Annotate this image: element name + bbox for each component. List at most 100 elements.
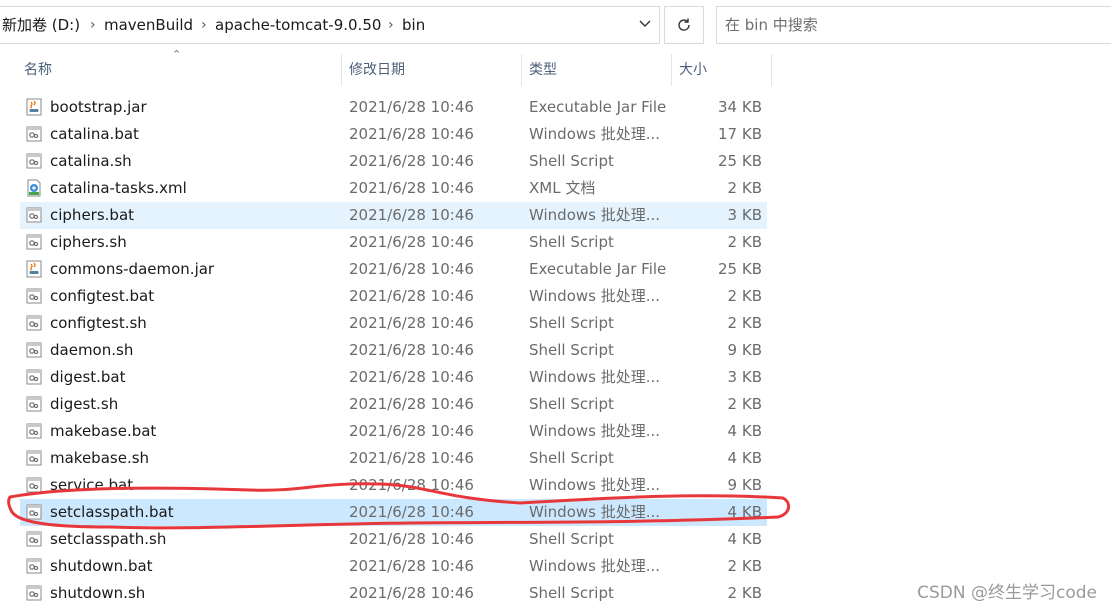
file-size: 2 KB bbox=[727, 233, 762, 251]
file-row[interactable]: configtest.bat 2021/6/28 10:46 Windows 批处理… bbox=[20, 283, 767, 310]
column-header-name[interactable]: 名称 bbox=[24, 56, 52, 84]
file-row[interactable]: digest.sh 2021/6/28 10:46 Shell Script 2 KB bbox=[20, 391, 767, 418]
file-size: 2 KB bbox=[727, 557, 762, 575]
file-size: 9 KB bbox=[727, 341, 762, 359]
file-date: 2021/6/28 10:46 bbox=[349, 503, 474, 521]
file-date: 2021/6/28 10:46 bbox=[349, 368, 474, 386]
file-type: XML 文档 bbox=[529, 179, 596, 197]
file-type: Windows 批处理... bbox=[529, 125, 661, 143]
file-name: service.bat bbox=[50, 476, 134, 494]
address-bar[interactable]: 新加卷 (D:) › mavenBuild › apache-tomcat-9.… bbox=[0, 6, 660, 44]
file-type: Windows 批处理... bbox=[529, 287, 661, 305]
file-type: Shell Script bbox=[529, 395, 614, 413]
file-size: 17 KB bbox=[718, 125, 762, 143]
breadcrumb-drive[interactable]: 新加卷 (D:) bbox=[2, 7, 80, 43]
batch-file-icon bbox=[26, 368, 42, 386]
file-name: catalina.bat bbox=[50, 125, 139, 143]
file-row[interactable]: makebase.bat 2021/6/28 10:46 Windows 批处理..… bbox=[20, 418, 767, 445]
file-row[interactable]: daemon.sh 2021/6/28 10:46 Shell Script 9 KB bbox=[20, 337, 767, 364]
file-name: bootstrap.jar bbox=[50, 98, 147, 116]
shell-file-icon bbox=[26, 584, 42, 602]
file-row[interactable]: catalina.sh 2021/6/28 10:46 Shell Script 25… bbox=[20, 148, 767, 175]
breadcrumb-mavenbuild[interactable]: mavenBuild bbox=[104, 7, 193, 43]
file-name: ciphers.bat bbox=[50, 206, 135, 224]
file-type: Windows 批处理... bbox=[529, 557, 661, 575]
file-row[interactable]: catalina-tasks.xml 2021/6/28 10:46 XML 文档 2… bbox=[20, 175, 767, 202]
file-row[interactable]: shutdown.bat 2021/6/28 10:46 Windows 批处理..… bbox=[20, 553, 767, 580]
shell-file-icon bbox=[26, 341, 42, 359]
file-row[interactable]: bootstrap.jar 2021/6/28 10:46 Executable J… bbox=[20, 94, 767, 121]
chevron-down-icon[interactable] bbox=[630, 7, 660, 43]
file-date: 2021/6/28 10:46 bbox=[349, 530, 474, 548]
shell-file-icon bbox=[26, 530, 42, 548]
file-row[interactable]: setclasspath.bat 2021/6/28 10:46 Windows 批… bbox=[20, 499, 767, 526]
file-type: Shell Script bbox=[529, 341, 614, 359]
file-name: catalina.sh bbox=[50, 152, 132, 170]
sort-ascending-icon: ⌃ bbox=[172, 48, 182, 61]
column-divider[interactable] bbox=[671, 54, 672, 86]
column-divider[interactable] bbox=[771, 54, 772, 86]
file-row[interactable]: shutdown.sh 2021/6/28 10:46 Shell Script 2 … bbox=[20, 580, 767, 607]
file-name: configtest.sh bbox=[50, 314, 147, 332]
file-date: 2021/6/28 10:46 bbox=[349, 206, 474, 224]
file-size: 2 KB bbox=[727, 584, 762, 602]
file-name: commons-daemon.jar bbox=[50, 260, 215, 278]
chevron-right-icon[interactable]: › bbox=[90, 7, 96, 43]
file-date: 2021/6/28 10:46 bbox=[349, 476, 474, 494]
chevron-right-icon[interactable]: › bbox=[388, 7, 394, 43]
file-date: 2021/6/28 10:46 bbox=[349, 422, 474, 440]
jar-icon bbox=[26, 260, 42, 278]
chevron-right-icon[interactable]: › bbox=[201, 7, 207, 43]
batch-file-icon bbox=[26, 206, 42, 224]
search-input[interactable]: 在 bin 中搜索 bbox=[716, 6, 1111, 44]
file-row[interactable]: setclasspath.sh 2021/6/28 10:46 Shell Scri… bbox=[20, 526, 767, 553]
column-header-type[interactable]: 类型 bbox=[529, 56, 557, 84]
file-date: 2021/6/28 10:46 bbox=[349, 179, 474, 197]
file-type: Shell Script bbox=[529, 530, 614, 548]
breadcrumb-bin[interactable]: bin bbox=[402, 7, 425, 43]
column-header-size[interactable]: 大小 bbox=[679, 56, 707, 84]
file-size: 4 KB bbox=[727, 503, 762, 521]
column-divider[interactable] bbox=[341, 54, 342, 86]
file-size: 9 KB bbox=[727, 476, 762, 494]
file-date: 2021/6/28 10:46 bbox=[349, 152, 474, 170]
file-date: 2021/6/28 10:46 bbox=[349, 395, 474, 413]
file-type: Windows 批处理... bbox=[529, 503, 661, 521]
file-date: 2021/6/28 10:46 bbox=[349, 125, 474, 143]
file-date: 2021/6/28 10:46 bbox=[349, 233, 474, 251]
file-name: shutdown.bat bbox=[50, 557, 153, 575]
breadcrumb-tomcat[interactable]: apache-tomcat-9.0.50 bbox=[215, 7, 381, 43]
file-name: configtest.bat bbox=[50, 287, 155, 305]
file-size: 4 KB bbox=[727, 449, 762, 467]
file-size: 2 KB bbox=[727, 179, 762, 197]
file-date: 2021/6/28 10:46 bbox=[349, 584, 474, 602]
file-row[interactable]: service.bat 2021/6/28 10:46 Windows 批处理...… bbox=[20, 472, 767, 499]
refresh-button[interactable] bbox=[664, 6, 704, 44]
file-name: digest.sh bbox=[50, 395, 119, 413]
file-row[interactable]: configtest.sh 2021/6/28 10:46 Shell Script… bbox=[20, 310, 767, 337]
jar-icon bbox=[26, 98, 42, 116]
batch-file-icon bbox=[26, 503, 42, 521]
file-date: 2021/6/28 10:46 bbox=[349, 314, 474, 332]
file-name: catalina-tasks.xml bbox=[50, 179, 187, 197]
refresh-icon bbox=[678, 18, 690, 31]
file-date: 2021/6/28 10:46 bbox=[349, 287, 474, 305]
column-divider[interactable] bbox=[521, 54, 522, 86]
file-row[interactable]: ciphers.bat 2021/6/28 10:46 Windows 批处理...… bbox=[20, 202, 767, 229]
batch-file-icon bbox=[26, 287, 42, 305]
file-row[interactable]: makebase.sh 2021/6/28 10:46 Shell Script 4 … bbox=[20, 445, 767, 472]
file-row[interactable]: digest.bat 2021/6/28 10:46 Windows 批处理... 3… bbox=[20, 364, 767, 391]
batch-file-icon bbox=[26, 422, 42, 440]
file-row[interactable]: catalina.bat 2021/6/28 10:46 Windows 批处理..… bbox=[20, 121, 767, 148]
file-row[interactable]: ciphers.sh 2021/6/28 10:46 Shell Script 2 K… bbox=[20, 229, 767, 256]
watermark: CSDN @终生学习code bbox=[917, 583, 1097, 603]
file-size: 3 KB bbox=[727, 206, 762, 224]
file-type: Windows 批处理... bbox=[529, 476, 661, 494]
file-size: 2 KB bbox=[727, 287, 762, 305]
file-name: daemon.sh bbox=[50, 341, 134, 359]
file-name: shutdown.sh bbox=[50, 584, 146, 602]
file-row[interactable]: commons-daemon.jar 2021/6/28 10:46 Executa… bbox=[20, 256, 767, 283]
column-header-date[interactable]: 修改日期 bbox=[349, 56, 405, 84]
file-type: Executable Jar File bbox=[529, 98, 667, 116]
file-type: Shell Script bbox=[529, 152, 614, 170]
